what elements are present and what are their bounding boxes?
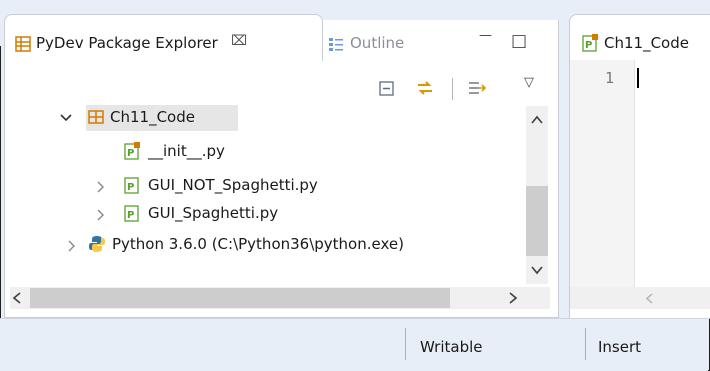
collapse-all-icon[interactable]	[378, 79, 398, 99]
package-icon	[88, 110, 104, 124]
expanded-chevron-icon[interactable]	[60, 113, 72, 123]
tree-item-label: GUI_Spaghetti.py	[148, 204, 279, 222]
collapsed-chevron-icon[interactable]	[68, 240, 76, 252]
python-module-icon: P	[124, 205, 139, 222]
tree-item-label: __init__.py	[148, 142, 225, 160]
tree-item-label: Python 3.6.0 (C:\Python36\python.exe)	[112, 235, 404, 253]
status-divider	[405, 328, 406, 360]
tree-item-init-py[interactable]: P __init__.py	[120, 139, 280, 165]
line-number-gutter	[570, 60, 635, 288]
python-file-icon: P	[582, 34, 598, 52]
scroll-right-icon[interactable]	[509, 292, 518, 304]
line-number: 1	[605, 69, 615, 87]
filter-icon[interactable]	[467, 78, 487, 98]
tab-outline[interactable]: Outline	[350, 34, 404, 52]
status-divider	[585, 328, 586, 360]
outline-icon	[329, 38, 343, 51]
tree-item-gui-spaghetti[interactable]: P GUI_Spaghetti.py	[95, 201, 335, 227]
view-menu-icon[interactable]: ▽	[524, 75, 534, 90]
scroll-up-icon[interactable]	[531, 115, 543, 124]
python-file-icon: P	[124, 142, 140, 160]
tree-item-python-interpreter[interactable]: Python 3.6.0 (C:\Python36\python.exe)	[62, 232, 522, 258]
package-explorer-view	[4, 20, 559, 318]
status-writable: Writable	[420, 338, 483, 356]
collapsed-chevron-icon[interactable]	[97, 181, 105, 193]
package-explorer-icon	[15, 36, 31, 52]
svg-text:P: P	[127, 148, 134, 159]
scroll-left-icon[interactable]	[645, 293, 653, 304]
svg-text:P: P	[127, 210, 134, 221]
tree-item-gui-not-spaghetti[interactable]: P GUI_NOT_Spaghetti.py	[95, 173, 375, 199]
minimize-icon[interactable]: —	[479, 28, 492, 43]
close-tab-icon[interactable]: ⌧	[231, 33, 247, 49]
maximize-icon[interactable]: □	[511, 31, 527, 51]
editor-horizontal-scrollbar[interactable]	[570, 287, 710, 309]
python-module-icon: P	[124, 177, 139, 194]
python-logo-icon	[89, 236, 105, 252]
toolbar-separator	[452, 78, 453, 100]
horizontal-scroll-thumb[interactable]	[30, 288, 450, 308]
tree-item-label: Ch11_Code	[110, 108, 195, 126]
tree-item-label: GUI_NOT_Spaghetti.py	[148, 176, 318, 194]
vertical-scroll-thumb[interactable]	[526, 186, 548, 256]
scroll-left-icon[interactable]	[12, 292, 21, 304]
tab-editor-ch11-code[interactable]: Ch11_Code	[604, 34, 689, 52]
svg-text:P: P	[127, 182, 134, 193]
text-cursor	[637, 68, 639, 88]
tree-item-ch11-code[interactable]: Ch11_Code	[60, 105, 240, 131]
tab-label-package-explorer: PyDev Package Explorer	[36, 34, 218, 52]
svg-text:P: P	[585, 40, 592, 51]
scroll-down-icon[interactable]	[531, 266, 543, 275]
link-with-editor-icon[interactable]	[415, 78, 435, 98]
collapsed-chevron-icon[interactable]	[97, 209, 105, 221]
status-insert-mode: Insert	[598, 338, 642, 356]
